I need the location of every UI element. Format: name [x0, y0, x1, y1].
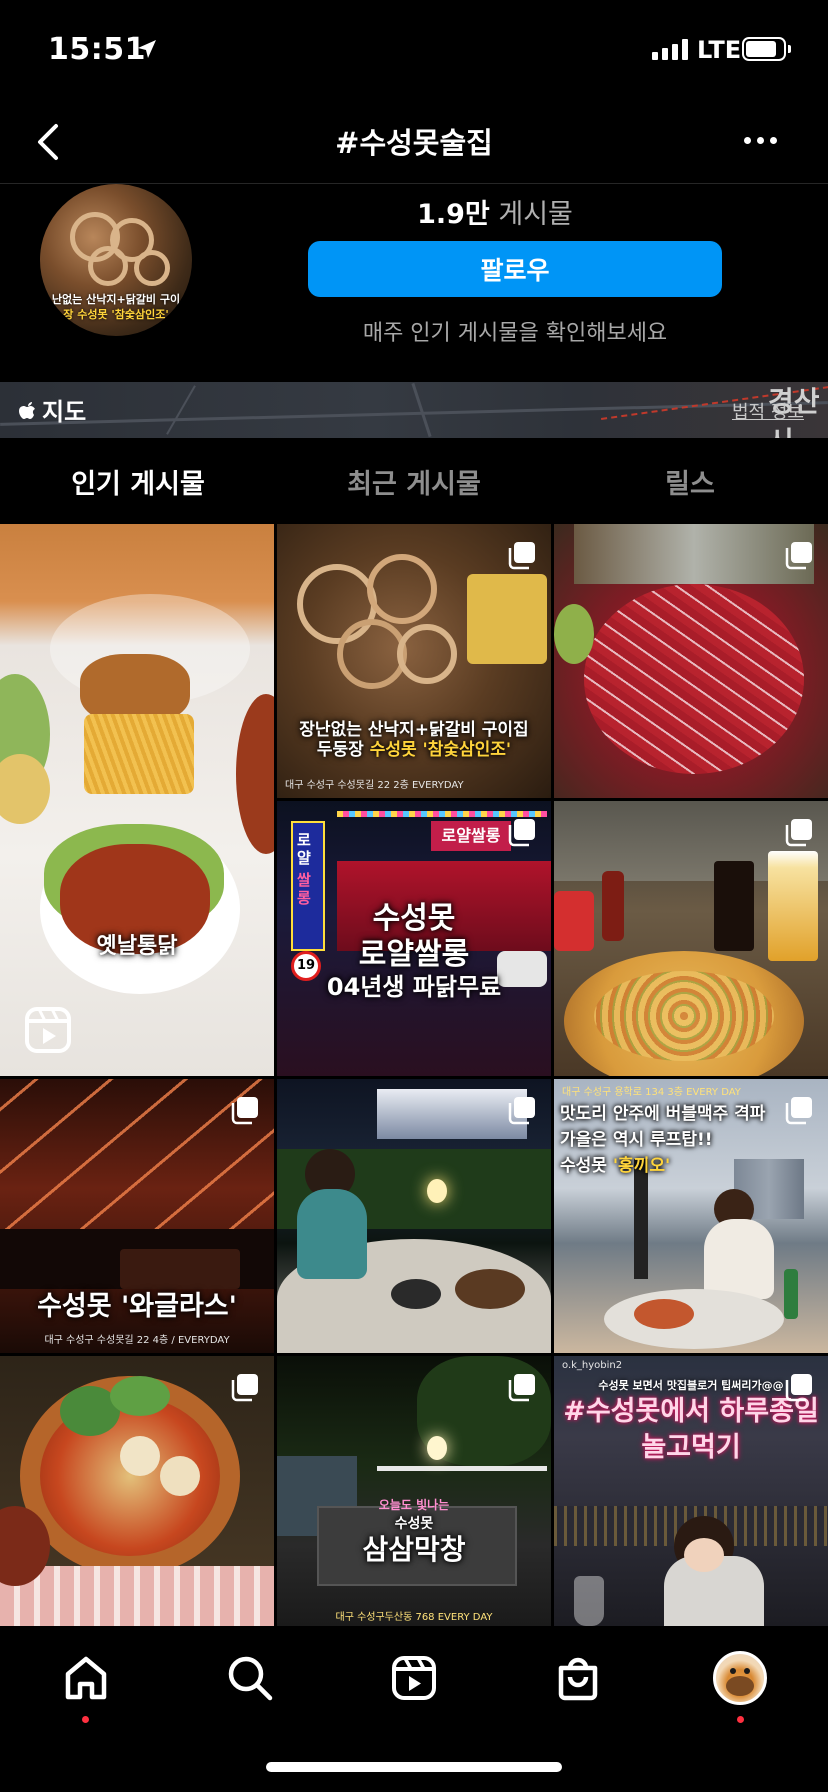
profile-avatar: [713, 1651, 767, 1705]
multi-post-icon: [785, 542, 812, 570]
tab-reels[interactable]: 릴스: [552, 438, 828, 524]
more-options-icon[interactable]: [744, 128, 784, 152]
multi-post-icon: [508, 1097, 535, 1125]
multi-post-icon: [785, 1374, 812, 1402]
post-tile[interactable]: [277, 1079, 551, 1353]
post-tile[interactable]: 오늘도 빛나는 수성못 삼삼막창 대구 수성구두산동 768 EVERY DAY: [277, 1356, 551, 1626]
reels-icon: [392, 1656, 436, 1700]
multi-post-icon: [785, 1097, 812, 1125]
network-type: LTE: [697, 36, 742, 64]
home-indicator: [266, 1762, 562, 1772]
nav-profile[interactable]: [710, 1648, 770, 1708]
post-tile[interactable]: [554, 801, 828, 1076]
neon-sign-text: 로얄쌀롱: [431, 821, 511, 851]
tab-recent-posts[interactable]: 최근 게시물: [276, 438, 552, 524]
map-label: 지도: [18, 392, 86, 427]
post-tile[interactable]: 장난없는 산낙지+닭갈비 구이집 두둥장 수성못 '참숯삼인조' 대구 수성구 …: [277, 524, 551, 798]
post-caption: 옛날통닭: [96, 934, 178, 959]
home-icon: [65, 1656, 107, 1700]
post-count-label: 게시물: [498, 199, 573, 230]
status-time: 15:51: [48, 32, 146, 67]
status-bar: 15:51 LTE: [0, 0, 828, 100]
post-location: 대구 수성구 수성못길 22 4층 / EVERYDAY: [44, 1335, 230, 1346]
battery-nub: [788, 45, 791, 53]
map-preview[interactable]: 지도 경산시 법적 정보: [0, 382, 828, 438]
nav-home[interactable]: [56, 1648, 116, 1708]
signal-icon: [652, 38, 688, 60]
weekly-hint: 매주 인기 게시물을 확인해보세요: [362, 321, 668, 346]
nav-reels[interactable]: [384, 1648, 444, 1708]
page-title: #수성못술집: [335, 126, 493, 160]
location-arrow-icon: [138, 40, 156, 58]
battery-icon: [742, 37, 786, 61]
notification-dot: [737, 1716, 744, 1723]
reels-icon: [25, 1007, 71, 1053]
multi-post-icon: [231, 1097, 258, 1125]
multi-post-icon: [508, 1374, 535, 1402]
post-caption: 수성못 삼삼막창: [362, 1516, 466, 1566]
post-caption: 맛도리 안주에 버블맥주 격파 가을은 역시 루프탑!! 수성못 '홍끼오': [560, 1104, 766, 1176]
post-handle: o.k_hyobin2: [562, 1360, 623, 1371]
top-header: #수성못술집: [0, 100, 828, 184]
nav-shop[interactable]: [548, 1648, 608, 1708]
notification-dot: [82, 1716, 89, 1723]
post-tabs: 인기 게시물 최근 게시물 릴스: [0, 438, 828, 524]
post-tile[interactable]: [0, 1356, 274, 1626]
multi-post-icon: [785, 819, 812, 847]
post-tile[interactable]: o.k_hyobin2 수성못 보면서 맛집블로거 팁써리가@@ #수성못에서 …: [554, 1356, 828, 1626]
post-tile[interactable]: 로얄 쌀롱 로얄쌀롱 19 수성못 로얄쌀롱 04년생 파닭무료: [277, 801, 551, 1076]
hashtag-avatar: 난없는 산낙지+닭갈비 구이 장 수성못 '참숯삼인조': [40, 184, 192, 336]
post-tile[interactable]: [554, 524, 828, 798]
post-tile[interactable]: 수성못 '와글라스' 대구 수성구 수성못길 22 4층 / EVERYDAY: [0, 1079, 274, 1353]
shop-icon: [558, 1657, 598, 1701]
post-count-value: 1.9만: [417, 199, 490, 230]
multi-post-icon: [508, 819, 535, 847]
hashtag-profile: 난없는 산낙지+닭갈비 구이 장 수성못 '참숯삼인조' 1.9만 게시물 팔로…: [0, 184, 828, 382]
post-count: 1.9만 게시물: [270, 192, 720, 231]
avatar-caption: 난없는 산낙지+닭갈비 구이 장 수성못 '참숯삼인조': [51, 293, 181, 321]
post-caption-top: 오늘도 빛나는: [378, 1498, 450, 1512]
multi-post-icon: [508, 542, 535, 570]
post-tile[interactable]: 옛날통닭: [0, 524, 274, 1076]
nav-search[interactable]: [220, 1648, 280, 1708]
post-location: 대구 수성구 수성못길 22 2층 EVERYDAY: [285, 780, 464, 791]
post-caption: 장난없는 산낙지+닭갈비 구이집 두둥장 수성못 '참숯삼인조': [299, 720, 529, 761]
tab-top-posts[interactable]: 인기 게시물: [0, 438, 276, 524]
post-caption: 수성못 '와글라스': [37, 1291, 237, 1322]
apple-logo-icon: [19, 401, 35, 419]
post-location: 대구 수성구 용학로 134 3층 EVERY DAY: [562, 1087, 741, 1098]
post-location: 대구 수성구두산동 768 EVERY DAY: [335, 1612, 493, 1623]
map-legal-link[interactable]: 법적 정보: [732, 398, 804, 424]
search-icon: [228, 1656, 273, 1701]
multi-post-icon: [231, 1374, 258, 1402]
follow-button[interactable]: 팔로우: [308, 241, 722, 297]
post-caption: 수성못 로얄쌀롱 04년생 파닭무료: [326, 901, 502, 1001]
neon-sign-text: 로얄: [297, 831, 311, 867]
post-tile[interactable]: 대구 수성구 용학로 134 3층 EVERY DAY 맛도리 안주에 버블맥주…: [554, 1079, 828, 1353]
